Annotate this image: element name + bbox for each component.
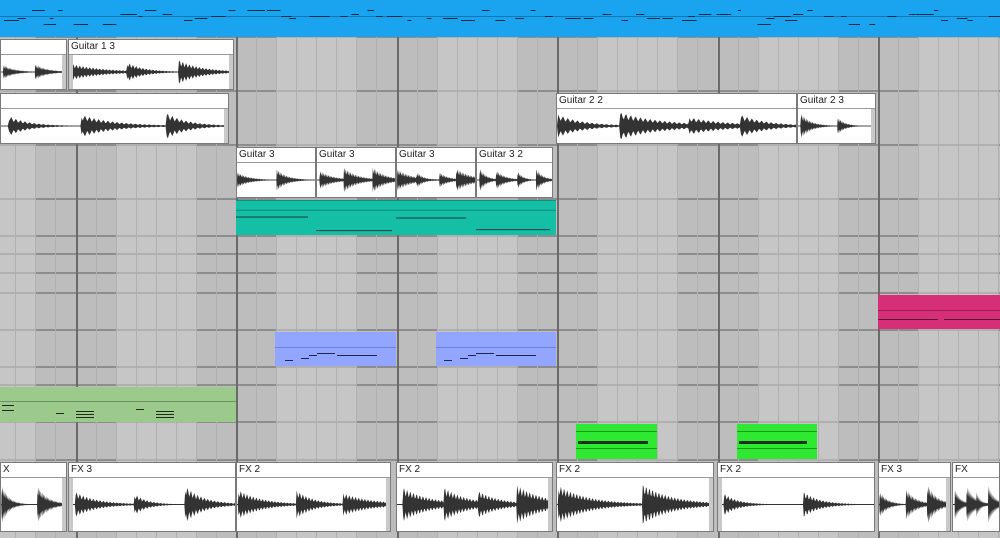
clip-title: FX 2 — [718, 463, 874, 478]
audio-clip-fx-2-d[interactable]: FX 2 — [717, 462, 875, 532]
clip-title — [1, 40, 66, 55]
fade-handle[interactable] — [871, 109, 875, 143]
midi-clip-pad[interactable] — [0, 387, 236, 422]
audio-clip-guitar-3-c[interactable]: Guitar 3 — [396, 147, 476, 198]
fade-handle[interactable] — [62, 55, 66, 89]
audio-clip-fx-3-b[interactable]: FX 3 — [878, 462, 951, 532]
audio-clip-fx-2-c[interactable]: FX 2 — [556, 462, 714, 532]
audio-clip-guitar-3-a[interactable]: Guitar 3 — [236, 147, 316, 198]
audio-clip-fx-x[interactable]: X — [0, 462, 67, 532]
fade-handle[interactable] — [548, 478, 552, 531]
track-lane-empty-2[interactable] — [0, 255, 1000, 274]
midi-notes — [0, 10, 1000, 25]
audio-clip-guitar-1-a[interactable] — [0, 39, 67, 90]
audio-clip-guitar-3-2[interactable]: Guitar 3 2 — [476, 147, 553, 198]
midi-clip-bass-2[interactable] — [737, 424, 817, 459]
waveform — [1, 486, 66, 523]
clip-title: X — [1, 463, 66, 478]
waveform — [953, 485, 999, 524]
clip-title: Guitar 1 3 — [69, 40, 233, 55]
clip-title: FX 2 — [237, 463, 390, 478]
track-lane-empty-4[interactable] — [0, 368, 1000, 386]
midi-notes — [275, 347, 396, 361]
audio-clip-fx-3-a[interactable]: FX 3 — [68, 462, 236, 532]
clip-title: FX 2 — [557, 463, 713, 478]
clip-title: FX 2 — [397, 463, 552, 478]
fade-handle[interactable] — [229, 55, 233, 89]
clip-title: Guitar 3 — [317, 148, 395, 163]
fade-handle[interactable] — [709, 478, 713, 531]
clip-title: FX 3 — [879, 463, 950, 478]
fade-handle[interactable] — [69, 55, 73, 89]
waveform — [557, 112, 796, 140]
waveform — [1, 64, 66, 80]
clip-title — [1, 94, 228, 109]
fade-handle[interactable] — [62, 478, 66, 531]
audio-clip-guitar-1-3[interactable]: Guitar 1 3 — [68, 39, 234, 90]
audio-clip-guitar-2-3[interactable]: Guitar 2 3 — [797, 93, 876, 144]
clip-title: Guitar 2 2 — [557, 94, 796, 109]
waveform — [798, 114, 875, 138]
midi-clip-chords[interactable] — [236, 200, 556, 235]
track-lane-empty-3[interactable] — [0, 274, 1000, 294]
arrangement-view[interactable]: Guitar 1 3 Guitar 2 2 Guitar 2 3 Guitar … — [0, 0, 1000, 538]
clip-title: Guitar 3 2 — [477, 148, 552, 163]
midi-notes — [0, 401, 236, 418]
audio-clip-fx-2-b[interactable]: FX 2 — [396, 462, 553, 532]
midi-notes — [236, 209, 556, 232]
waveform — [718, 492, 874, 517]
midi-notes — [737, 431, 817, 449]
midi-clip-arp-2[interactable] — [436, 332, 556, 366]
fade-handle[interactable] — [386, 478, 390, 531]
track-lane-lead[interactable] — [0, 294, 1000, 331]
fade-handle[interactable] — [224, 109, 228, 143]
waveform — [397, 485, 552, 524]
midi-clip-lead[interactable] — [878, 295, 1000, 329]
waveform — [69, 488, 235, 521]
waveform — [237, 490, 390, 519]
waveform — [69, 60, 233, 84]
audio-clip-guitar-2-2[interactable]: Guitar 2 2 — [556, 93, 797, 144]
clip-title: Guitar 3 — [237, 148, 315, 163]
track-lane-bass[interactable] — [0, 423, 1000, 461]
audio-clip-guitar-2-a[interactable] — [0, 93, 229, 144]
fade-handle[interactable] — [718, 478, 722, 531]
clip-title: FX 3 — [69, 463, 235, 478]
audio-clip-fx-2-a[interactable]: FX 2 — [236, 462, 391, 532]
waveform — [879, 486, 950, 523]
midi-clip-arp-1[interactable] — [275, 332, 396, 366]
midi-notes — [878, 310, 1000, 320]
midi-notes — [436, 347, 556, 361]
midi-clip-drums[interactable] — [0, 0, 1000, 37]
waveform — [317, 167, 395, 193]
waveform — [1, 113, 228, 139]
fade-handle[interactable] — [946, 478, 950, 531]
waveform — [557, 485, 713, 524]
waveform — [477, 169, 552, 191]
audio-clip-fx[interactable]: FX — [952, 462, 1000, 532]
waveform — [397, 169, 475, 191]
midi-notes — [576, 431, 657, 449]
track-lane-empty-1[interactable] — [0, 237, 1000, 255]
clip-title: Guitar 3 — [397, 148, 475, 163]
clip-title: FX — [953, 463, 999, 478]
waveform — [237, 169, 315, 191]
clip-title: Guitar 2 3 — [798, 94, 875, 109]
midi-clip-bass-1[interactable] — [576, 424, 657, 459]
fade-handle[interactable] — [69, 478, 73, 531]
audio-clip-guitar-3-b[interactable]: Guitar 3 — [316, 147, 396, 198]
